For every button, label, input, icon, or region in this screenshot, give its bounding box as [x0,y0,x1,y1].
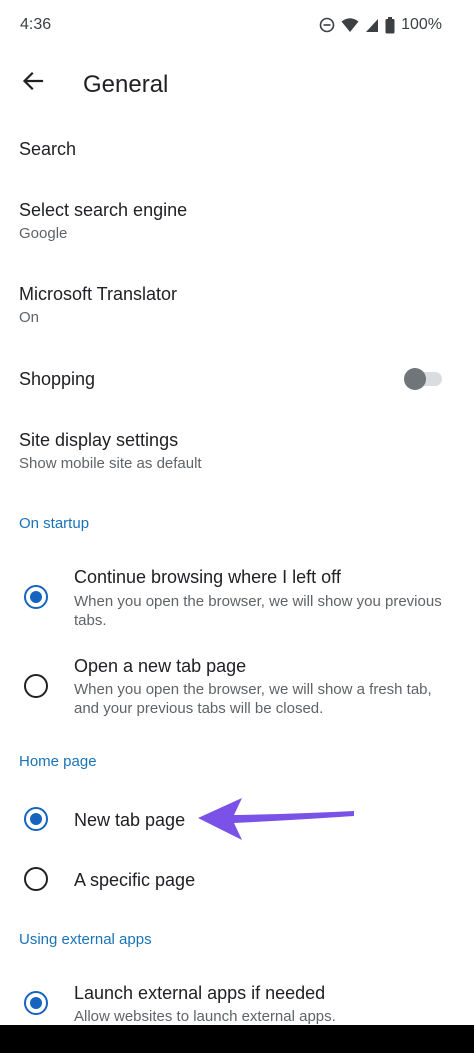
startup-continue-title: Continue browsing where I left off [74,567,341,587]
app-bar: General [0,52,474,116]
status-bar: 4:36 100% [0,0,474,52]
shopping-toggle[interactable] [404,366,444,390]
search-engine-setting[interactable]: Select search engine Google [0,190,474,250]
battery-level: 100% [401,16,442,33]
battery-icon [385,16,395,34]
radio-home-specific[interactable] [24,867,48,891]
external-apps-title: Launch external apps if needed [74,983,326,1003]
home-option-specific[interactable]: A specific page [0,860,474,900]
annotation-arrow-icon [196,796,358,842]
status-time: 4:36 [20,16,52,33]
radio-dot [30,591,42,603]
shopping-title: Shopping [19,369,96,389]
radio-ring [24,867,48,891]
navigation-bar [0,1025,474,1053]
external-apps-option[interactable]: Launch external apps if needed Allow web… [0,975,474,1025]
wifi-icon [341,17,359,33]
translator-title: Microsoft Translator [19,284,178,304]
external-apps-summary: Allow websites to launch external apps. [74,1008,336,1025]
shopping-setting[interactable]: Shopping [0,360,474,400]
site-display-title: Site display settings [19,430,179,450]
signal-icon [365,17,379,33]
site-display-summary: Show mobile site as default [19,455,202,472]
startup-new-tab-summary: When you open the browser, we will show … [74,681,432,717]
translator-summary: On [19,309,40,326]
search-setting[interactable]: Search [0,130,474,170]
radio-dot [30,813,42,825]
arrow-left-icon [22,70,44,97]
page-title: General [83,71,169,98]
radio-ring [24,674,48,698]
startup-option-continue[interactable]: Continue browsing where I left off When … [0,560,474,635]
toggle-thumb [404,368,426,390]
search-setting-title: Search [19,139,77,159]
radio-continue[interactable] [24,585,48,609]
startup-new-tab-title: Open a new tab page [74,656,247,676]
external-apps-header: Using external apps [19,931,152,948]
site-display-setting[interactable]: Site display settings Show mobile site a… [0,420,474,480]
back-button[interactable] [14,64,52,102]
startup-continue-summary: When you open the browser, we will show … [74,593,442,629]
home-new-tab-title: New tab page [74,810,186,830]
dnd-icon [319,17,335,33]
radio-home-new-tab[interactable] [24,807,48,831]
status-icons: 100% [319,16,442,34]
radio-external-apps[interactable] [24,991,48,1015]
search-engine-title: Select search engine [19,200,188,220]
on-startup-header: On startup [19,515,90,532]
startup-option-new-tab[interactable]: Open a new tab page When you open the br… [0,648,474,723]
translator-setting[interactable]: Microsoft Translator On [0,274,474,334]
home-page-header: Home page [19,753,97,770]
home-specific-title: A specific page [74,870,196,890]
radio-dot [30,997,42,1009]
radio-new-tab[interactable] [24,674,48,698]
search-engine-summary: Google [19,225,68,242]
